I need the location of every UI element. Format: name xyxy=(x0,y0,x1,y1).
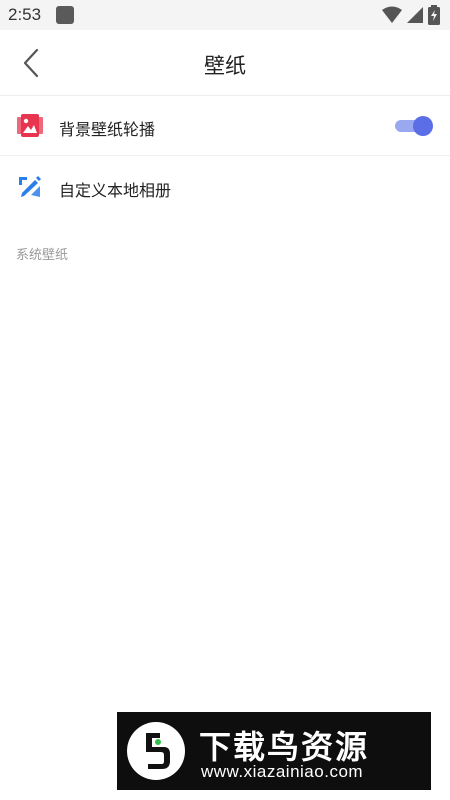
bird-logo-icon xyxy=(127,722,185,780)
status-icons xyxy=(382,5,440,25)
app-notification-icon xyxy=(56,6,74,24)
signal-icon xyxy=(407,7,423,23)
status-bar: 2:53 xyxy=(0,0,450,30)
battery-charging-icon xyxy=(428,5,440,25)
bird-logo-glyph xyxy=(146,733,170,769)
page-title: 壁纸 xyxy=(204,54,246,78)
wallpaper-carousel-toggle[interactable] xyxy=(395,115,433,137)
image-carousel-icon xyxy=(17,114,43,137)
watermark-url: www.xiazainiao.com xyxy=(201,762,364,781)
wallpaper-carousel-label: 背景壁纸轮播 xyxy=(59,120,156,139)
pencil-edit-icon xyxy=(19,176,41,197)
settings-row-wallpaper-carousel[interactable]: 背景壁纸轮播 xyxy=(0,96,450,156)
custom-album-label: 自定义本地相册 xyxy=(59,181,172,200)
status-time: 2:53 xyxy=(8,5,42,24)
settings-row-custom-album[interactable]: 自定义本地相册 xyxy=(0,157,450,217)
wifi-icon xyxy=(382,6,402,23)
section-header-system-wallpapers: 系统壁纸 xyxy=(16,248,69,263)
watermark-banner: 下载鸟资源 www.xiazainiao.com xyxy=(117,712,431,790)
title-bar: 壁纸 xyxy=(0,30,450,96)
toggle-knob xyxy=(413,116,433,136)
